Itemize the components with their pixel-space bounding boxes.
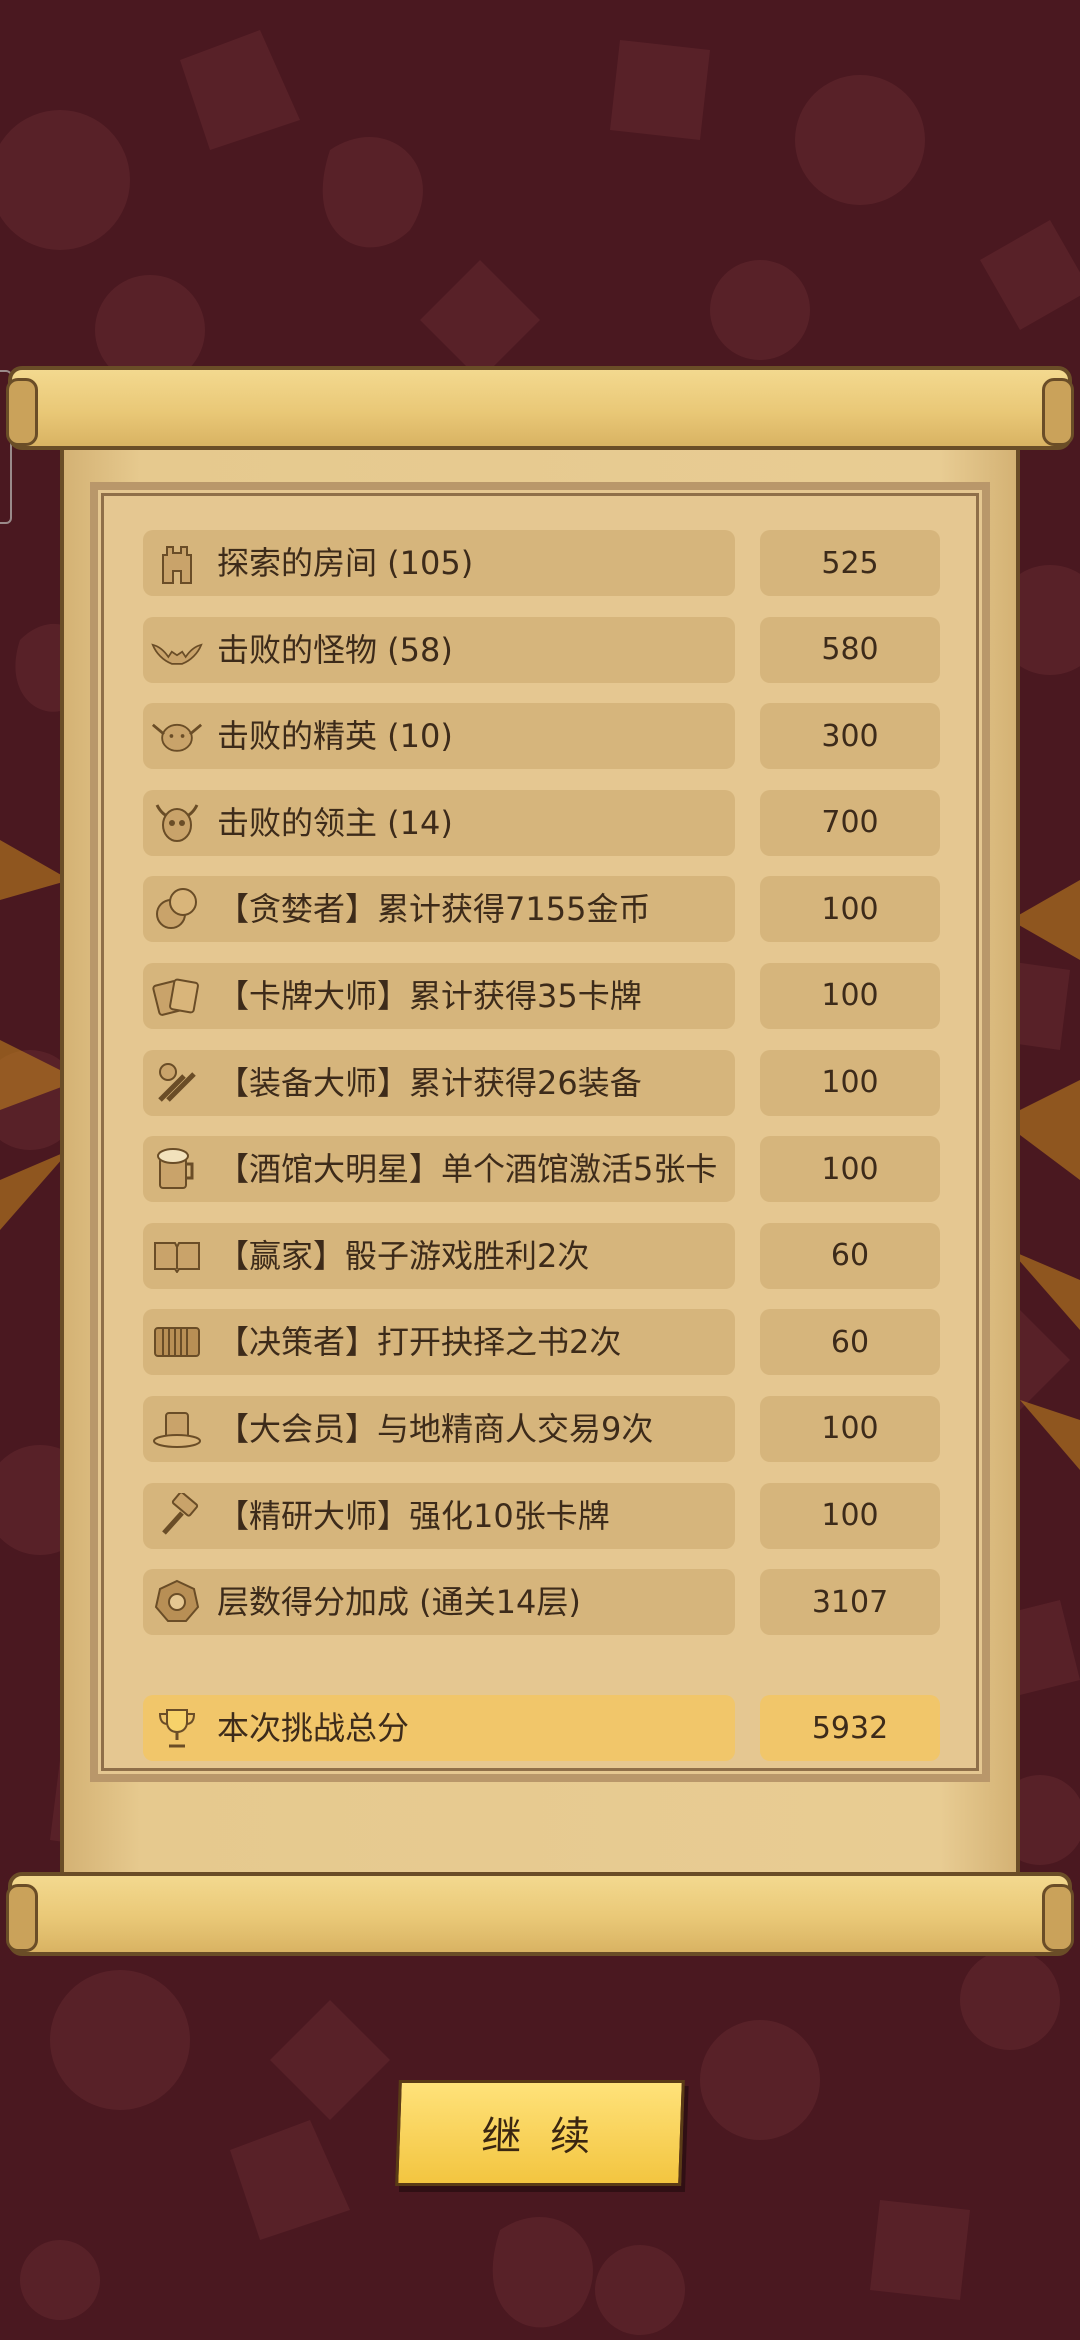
row-label: 层数得分加成 (通关14层) — [217, 1583, 581, 1622]
score-row-monsters: 击败的怪物 (58) 580 — [143, 616, 940, 683]
score-row-rooms: 探索的房间 (105) 525 — [143, 530, 940, 596]
row-label: 【酒馆大明星】单个酒馆激活5张卡 — [217, 1150, 718, 1189]
score-row-tavern-star: 【酒馆大明星】单个酒馆激活5张卡 100 — [143, 1136, 940, 1203]
row-value: 100 — [760, 1395, 940, 1462]
cards-icon — [151, 970, 203, 1022]
score-row-bosses: 击败的领主 (14) 700 — [143, 789, 940, 856]
row-value: 700 — [760, 789, 940, 856]
row-label: 探索的房间 (105) — [217, 544, 474, 582]
row-label: 击败的怪物 (58) — [217, 630, 453, 669]
open-book-icon — [151, 1230, 203, 1282]
scroll-bottom-roll — [6, 1872, 1074, 1956]
floor-badge-icon — [151, 1576, 203, 1628]
score-row-floor-bonus: 层数得分加成 (通关14层) 3107 — [143, 1569, 940, 1636]
total-label: 本次挑战总分 — [217, 1709, 410, 1748]
score-row-winner: 【赢家】骰子游戏胜利2次 60 — [143, 1222, 940, 1289]
row-value: 580 — [760, 616, 940, 683]
score-row-card-master: 【卡牌大师】累计获得35卡牌 100 — [143, 962, 940, 1029]
score-row-elites: 击败的精英 (10) 300 — [143, 703, 940, 770]
score-row-decider: 【决策者】打开抉择之书2次 60 — [143, 1309, 940, 1376]
row-value: 100 — [760, 1136, 940, 1203]
demon-icon — [151, 710, 203, 762]
row-label: 【贪婪者】累计获得7155金币 — [217, 890, 651, 929]
top-hat-icon — [151, 1403, 203, 1455]
row-value: 60 — [760, 1309, 940, 1376]
row-label: 【决策者】打开抉择之书2次 — [217, 1323, 622, 1362]
score-row-equip-master: 【装备大师】累计获得26装备 100 — [143, 1049, 940, 1116]
score-list: 探索的房间 (105) 525 击败的怪物 (58) 580 击败的精英 (10… — [143, 530, 940, 1782]
row-label: 【卡牌大师】累计获得35卡牌 — [217, 976, 642, 1015]
row-label: 【赢家】骰子游戏胜利2次 — [217, 1236, 590, 1275]
row-label: 【大会员】与地精商人交易9次 — [217, 1409, 654, 1448]
closed-book-icon — [151, 1316, 203, 1368]
score-row-vip: 【大会员】与地精商人交易9次 100 — [143, 1395, 940, 1462]
tower-icon — [151, 537, 203, 589]
row-value: 3107 — [760, 1569, 940, 1636]
total-value: 5932 — [760, 1695, 940, 1762]
row-value: 100 — [760, 876, 940, 943]
score-row-total: 本次挑战总分 5932 — [143, 1695, 940, 1762]
row-label: 击败的领主 (14) — [217, 803, 453, 842]
row-value: 525 — [760, 530, 940, 596]
row-label: 【装备大师】累计获得26装备 — [217, 1063, 642, 1102]
beer-mug-icon — [151, 1143, 203, 1195]
row-label: 击败的精英 (10) — [217, 717, 453, 756]
hammer-icon — [151, 1490, 203, 1542]
row-value: 60 — [760, 1222, 940, 1289]
horned-skull-icon — [151, 797, 203, 849]
bat-icon — [151, 624, 203, 676]
scroll-top-roll — [6, 366, 1074, 450]
row-value: 100 — [760, 1049, 940, 1116]
row-value: 100 — [760, 962, 940, 1029]
trophy-icon — [151, 1702, 203, 1754]
score-row-refine-master: 【精研大师】强化10张卡牌 100 — [143, 1482, 940, 1549]
row-label: 【精研大师】强化10张卡牌 — [217, 1496, 610, 1535]
row-value: 100 — [760, 1482, 940, 1549]
row-value: 300 — [760, 703, 940, 770]
continue-button[interactable]: 继 续 — [395, 2080, 685, 2186]
equipment-icon — [151, 1057, 203, 1109]
coins-icon — [151, 883, 203, 935]
score-row-greedy: 【贪婪者】累计获得7155金币 100 — [143, 876, 940, 943]
